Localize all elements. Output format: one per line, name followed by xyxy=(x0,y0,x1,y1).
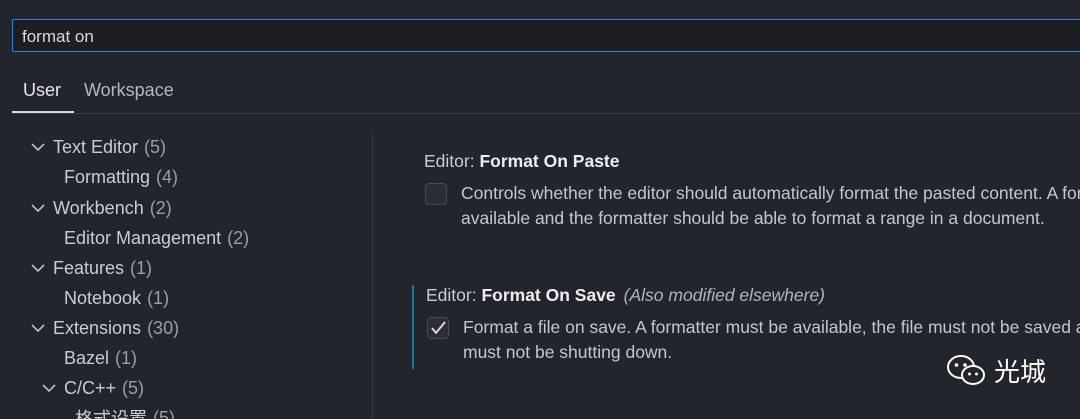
toc-item-bazel[interactable]: Bazel (1) xyxy=(64,343,137,373)
chevron-down-icon xyxy=(31,264,45,273)
toc-item-label: C/C++ xyxy=(64,377,117,398)
setting-name: Format On Save xyxy=(481,285,616,305)
toc-item-label: Bazel xyxy=(64,347,110,368)
format-on-save-checkbox[interactable] xyxy=(427,317,449,339)
toc-item-features[interactable]: Features (1) xyxy=(30,253,152,283)
toc-item-label: Extensions xyxy=(53,317,142,338)
toc-item-count: (1) xyxy=(115,347,138,368)
active-tab-indicator xyxy=(12,111,74,113)
settings-toc: Text Editor (5) Formatting (4) Workbench (2… xyxy=(0,132,372,419)
description-line: available and the formatter should be ab… xyxy=(461,208,1045,228)
toc-item-text-editor[interactable]: Text Editor (5) xyxy=(30,132,166,162)
toc-item-count: (5) xyxy=(153,407,175,419)
settings-editor: format on User Workspace Text Editor (5) … xyxy=(0,0,1080,419)
toc-item-count: (5) xyxy=(144,136,167,157)
toc-item-label: Formatting xyxy=(64,166,151,187)
toc-item-count: (2) xyxy=(227,227,250,248)
toc-item-count: (1) xyxy=(147,287,170,308)
tab-workspace[interactable]: Workspace xyxy=(84,80,174,101)
toc-item-cpp-formatting[interactable]: 格式设置 (5) xyxy=(75,403,175,419)
setting-category: Editor: xyxy=(424,151,480,171)
modified-elsewhere-link[interactable]: (Also modified elsewhere) xyxy=(624,285,825,305)
chevron-down-icon xyxy=(31,204,45,213)
tab-user[interactable]: User xyxy=(23,80,61,101)
setting-title: Editor: Format On Save (Also modified els… xyxy=(426,285,825,306)
setting-format-on-paste: Editor: Format On Paste Controls whether… xyxy=(412,151,1080,241)
toc-item-label: Editor Management xyxy=(64,227,222,248)
toc-item-count: (30) xyxy=(147,317,180,338)
format-on-paste-checkbox[interactable] xyxy=(425,183,447,205)
checkmark-icon xyxy=(431,321,446,335)
toc-item-label: Notebook xyxy=(64,287,142,308)
toc-item-label: Text Editor xyxy=(53,136,139,157)
toc-item-formatting[interactable]: Formatting (4) xyxy=(64,162,178,192)
toc-item-label: 格式设置 xyxy=(75,409,147,419)
search-input[interactable]: format on xyxy=(22,27,94,47)
setting-description: Controls whether the editor should autom… xyxy=(461,181,1080,231)
scope-tabs: User Workspace xyxy=(12,74,1080,114)
toc-item-extensions[interactable]: Extensions (30) xyxy=(30,313,179,343)
pane-divider[interactable] xyxy=(372,132,373,419)
toc-item-count: (1) xyxy=(130,257,153,278)
toc-item-label: Features xyxy=(53,257,125,278)
toc-item-count: (4) xyxy=(156,166,179,187)
setting-title: Editor: Format On Paste xyxy=(424,151,620,172)
toc-item-editor-management[interactable]: Editor Management (2) xyxy=(64,223,249,253)
toc-item-workbench[interactable]: Workbench (2) xyxy=(30,193,172,223)
chevron-down-icon xyxy=(31,324,45,333)
search-box[interactable]: format on xyxy=(12,19,1080,52)
toc-item-notebook[interactable]: Notebook (1) xyxy=(64,283,169,313)
setting-name: Format On Paste xyxy=(479,151,620,171)
description-line: Controls whether the editor should autom… xyxy=(461,183,1080,203)
chevron-down-icon xyxy=(31,143,45,152)
toc-item-cpp[interactable]: C/C++ (5) xyxy=(41,373,144,403)
setting-category: Editor: xyxy=(426,285,482,305)
toc-item-count: (5) xyxy=(122,377,145,398)
description-line: Format a file on save. A formatter must … xyxy=(463,317,1080,337)
wechat-icon xyxy=(947,355,985,385)
toc-item-count: (2) xyxy=(149,197,172,218)
chevron-down-icon xyxy=(42,384,56,393)
watermark: 光城 xyxy=(946,352,1046,388)
toc-item-label: Workbench xyxy=(53,197,144,218)
watermark-text: 光城 xyxy=(994,357,1047,388)
